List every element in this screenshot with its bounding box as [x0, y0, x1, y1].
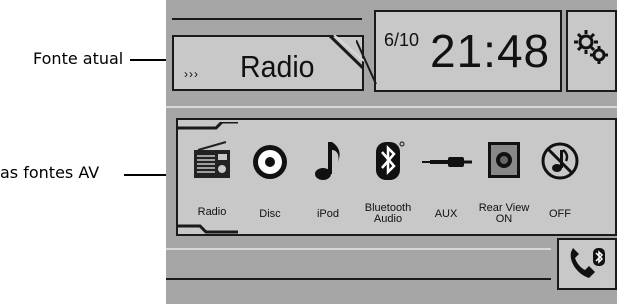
top-rail: [172, 18, 362, 20]
source-arrows-icon: ›››: [184, 67, 199, 81]
callout-current-source: Fonte atual: [33, 49, 124, 68]
bottom-rail-2: [166, 278, 551, 280]
rear-camera-icon: [488, 142, 520, 178]
av-source-radio[interactable]: Radio: [182, 120, 242, 238]
current-source-label: Radio: [240, 49, 315, 84]
current-source-button[interactable]: ››› Radio: [172, 35, 364, 91]
clock-connector: [356, 40, 377, 85]
bluetooth-icon: [376, 141, 405, 180]
date-display: 6/10: [384, 30, 420, 50]
av-source-ipod[interactable]: iPod: [298, 120, 358, 238]
head-unit-screen: ››› Radio 6/10 21:48 Radio Disc iPod Blu…: [166, 0, 617, 304]
av-top-rail: [166, 106, 617, 108]
off-icon: [541, 142, 579, 180]
callout-av-sources: as fontes AV: [0, 163, 100, 182]
av-source-bluetooth-audio[interactable]: Bluetooth Audio: [358, 120, 418, 238]
bluetooth-phone-icon: [570, 248, 605, 278]
av-source-list: Radio Disc iPod Bluetooth Audio AUX Rear…: [176, 118, 617, 236]
radio-icon: [194, 141, 230, 178]
bottom-rail-1: [166, 248, 551, 250]
clock-panel[interactable]: 6/10 21:48: [374, 10, 562, 92]
settings-button[interactable]: [566, 10, 617, 92]
music-note-icon: [315, 142, 340, 180]
phone-button[interactable]: [557, 238, 617, 290]
gears-icon: [574, 30, 608, 64]
disc-icon: [253, 145, 287, 179]
av-source-disc[interactable]: Disc: [240, 120, 300, 238]
av-label-off: OFF: [549, 208, 571, 220]
av-source-aux[interactable]: AUX: [416, 120, 476, 238]
time-display: 21:48: [430, 25, 551, 77]
aux-cable-icon: [422, 157, 472, 167]
av-source-off[interactable]: OFF: [530, 120, 590, 238]
av-source-rear-view[interactable]: Rear View ON: [474, 120, 534, 238]
